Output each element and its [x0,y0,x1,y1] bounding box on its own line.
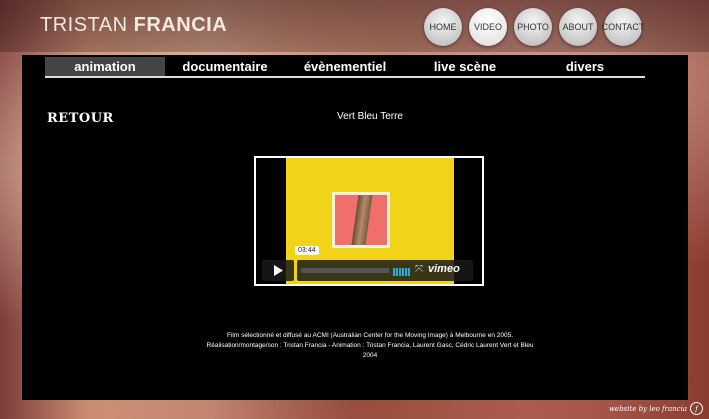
video-description: Film sélectionné et diffusé au ACMI (Aus… [190,331,550,361]
tree-trunk-shape [351,195,373,245]
category-documentaire[interactable]: documentaire [165,57,285,76]
nav-about-button[interactable]: ABOUT [559,8,597,46]
description-line: Réalisation/montage/son : Tristan Franci… [206,342,534,349]
progress-area: 03:44 ⤧ vimeo [295,246,473,281]
footer-credit[interactable]: website by leo francia f [609,402,703,415]
video-thumbnail-picture [332,192,390,248]
category-live-scene[interactable]: live scène [405,57,525,76]
nav-contact-button[interactable]: CONTACT [602,8,644,46]
back-link[interactable]: RETOUR [47,111,114,126]
player-controls: 03:44 ⤧ vimeo [262,246,476,281]
fullscreen-icon[interactable]: ⤧ [415,264,423,275]
video-player[interactable]: 03:44 ⤧ vimeo [254,156,484,286]
credit-logo-icon: f [690,402,703,415]
credit-text: website by leo francia [608,404,687,413]
vimeo-logo[interactable]: vimeo [428,263,460,275]
nav-video-button[interactable]: VIDEO [469,8,507,46]
play-icon [274,265,283,276]
progress-bar[interactable] [301,268,389,273]
nav-photo-button[interactable]: PHOTO [514,8,552,46]
description-line: 2004 [362,352,378,359]
site-title-first: TRISTAN [40,14,134,36]
description-line: Film sélectionné et diffusé au ACMI (Aus… [226,332,514,339]
category-evenementiel[interactable]: évènementiel [285,57,405,76]
nav-home-button[interactable]: HOME [424,8,462,46]
category-animation[interactable]: animation [45,57,165,76]
duration-badge: 03:44 [295,246,319,255]
site-title-last: FRANCIA [133,14,228,36]
play-button[interactable] [262,260,294,281]
site-title[interactable]: TRISTAN FRANCIA [40,14,227,37]
volume-icon[interactable] [393,266,410,276]
category-divers[interactable]: divers [525,57,645,76]
video-title: Vert Bleu Terre [337,111,403,122]
category-bar: animation documentaire évènementiel live… [45,57,645,78]
